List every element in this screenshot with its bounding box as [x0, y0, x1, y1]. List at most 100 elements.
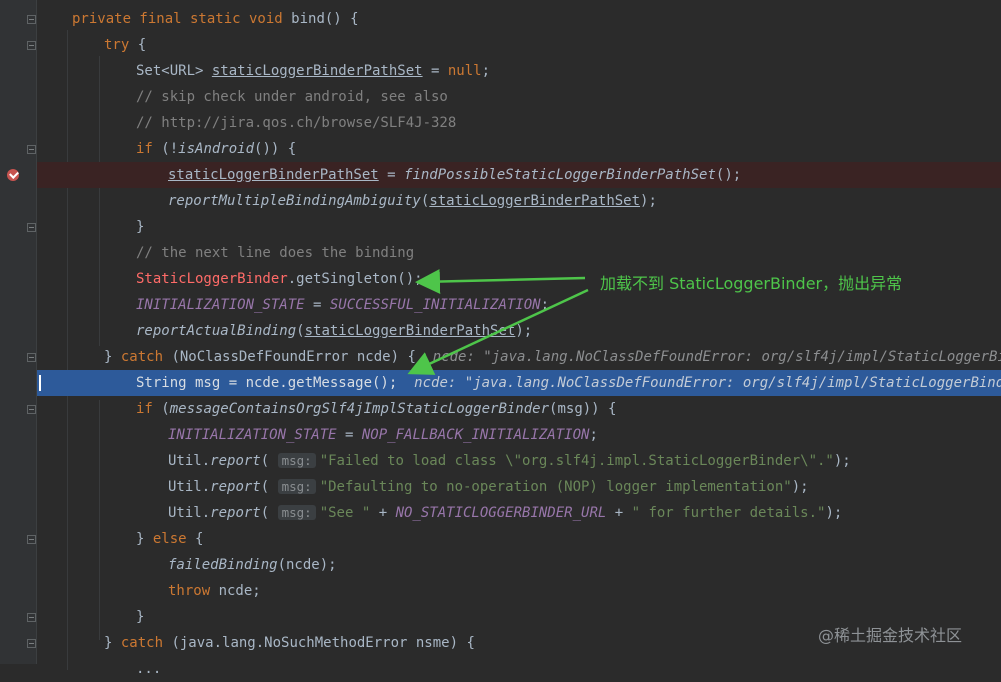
code-token: null	[447, 63, 482, 79]
fold-marker-icon[interactable]	[27, 535, 36, 544]
code-token: report	[210, 453, 261, 469]
code-text: Util.report( msg: "Defaulting to no-opera…	[168, 474, 809, 500]
code-token: ;	[540, 297, 550, 313]
code-token: +	[606, 505, 632, 521]
code-token: {	[137, 37, 147, 53]
code-text: Util.report( msg: "See " + NO_STATICLOGGE…	[168, 500, 842, 526]
code-token: (	[260, 479, 278, 495]
code-token: .getSingleton();	[287, 271, 423, 287]
fold-marker-icon[interactable]	[27, 405, 36, 414]
code-line[interactable]: failedBinding(ncde);	[37, 552, 1001, 578]
code-token: }	[104, 349, 121, 365]
fold-marker-icon[interactable]	[27, 353, 36, 362]
code-token: catch	[120, 635, 172, 651]
code-text: if (!isAndroid()) {	[136, 136, 296, 162]
code-text: throw ncde;	[168, 578, 261, 604]
code-token: }	[136, 219, 145, 235]
code-token: // the next line does the binding	[136, 245, 415, 261]
code-line[interactable]: try {	[37, 32, 1001, 58]
code-text: INITIALIZATION_STATE = SUCCESSFUL_INITIA…	[136, 292, 549, 318]
code-text: if (messageContainsOrgSlf4jImplStaticLog…	[136, 396, 616, 422]
code-line[interactable]: INITIALIZATION_STATE = NOP_FALLBACK_INIT…	[37, 422, 1001, 448]
code-token: =	[304, 297, 330, 313]
text-caret	[39, 375, 41, 391]
code-token: Util.	[168, 479, 211, 495]
code-line[interactable]: throw ncde;	[37, 578, 1001, 604]
code-token: =	[336, 427, 362, 443]
code-text: reportActualBinding(staticLoggerBinderPa…	[136, 318, 532, 344]
watermark: @稀土掘金技术社区	[818, 626, 963, 645]
fold-marker-icon[interactable]	[27, 145, 36, 154]
code-line[interactable]: ...	[37, 656, 1001, 682]
code-token: );	[833, 453, 851, 469]
fold-marker-icon[interactable]	[27, 613, 36, 622]
code-text: String msg = ncde.getMessage(); ncde: "j…	[136, 370, 1001, 396]
code-token: );	[825, 505, 843, 521]
code-editor[interactable]: private final static void bind() {try {S…	[37, 0, 1001, 677]
code-line[interactable]: } catch (NoClassDefFoundError ncde) { nc…	[37, 344, 1001, 370]
code-text: } else {	[136, 526, 203, 552]
code-token: (NoClassDefFoundError ncde) {	[171, 349, 433, 365]
code-token: ...	[136, 661, 162, 677]
parameter-hint: msg:	[277, 479, 316, 494]
code-token: staticLoggerBinderPathSet	[211, 63, 423, 79]
code-token: (	[260, 453, 278, 469]
code-token: try	[104, 37, 138, 53]
fold-marker-icon[interactable]	[27, 15, 36, 24]
code-token: private final static void	[72, 11, 292, 27]
code-line[interactable]: Util.report( msg: "Defaulting to no-opera…	[37, 474, 1001, 500]
code-token: "Defaulting to no-operation (NOP) logger…	[319, 479, 792, 495]
code-line[interactable]: INITIALIZATION_STATE = SUCCESSFUL_INITIA…	[37, 292, 1001, 318]
code-line[interactable]: Util.report( msg: "See " + NO_STATICLOGGE…	[37, 500, 1001, 526]
code-token: if	[136, 401, 162, 417]
code-token: Util.	[168, 505, 211, 521]
code-line[interactable]: private final static void bind() {	[37, 6, 1001, 32]
code-line[interactable]: // http://jira.qos.ch/browse/SLF4J-328	[37, 110, 1001, 136]
code-line[interactable]: Set<URL> staticLoggerBinderPathSet = nul…	[37, 58, 1001, 84]
code-token: staticLoggerBinderPathSet	[429, 193, 641, 209]
current-execution-line[interactable]: String msg = ncde.getMessage(); ncde: "j…	[37, 370, 1001, 396]
code-token: INITIALIZATION_STATE	[168, 427, 337, 443]
breakpoint-line[interactable]: staticLoggerBinderPathSet = findPossible…	[37, 162, 1001, 188]
code-text: Util.report( msg: "Failed to load class \…	[168, 448, 851, 474]
code-token: Util.	[168, 453, 211, 469]
code-token: NO_STATICLOGGERBINDER_URL	[395, 505, 607, 521]
code-token: staticLoggerBinderPathSet	[304, 323, 516, 339]
code-token: NOP_FALLBACK_INITIALIZATION	[361, 427, 590, 443]
code-line[interactable]: reportActualBinding(staticLoggerBinderPa…	[37, 318, 1001, 344]
code-token: (msg)) {	[549, 401, 617, 417]
annotation-label: 加载不到 StaticLoggerBinder，抛出异常	[600, 274, 903, 293]
code-line[interactable]: if (messageContainsOrgSlf4jImplStaticLog…	[37, 396, 1001, 422]
code-token: );	[515, 323, 533, 339]
code-text: }	[136, 604, 144, 630]
code-line[interactable]: } else {	[37, 526, 1001, 552]
code-text: // http://jira.qos.ch/browse/SLF4J-328	[136, 110, 456, 136]
editor-gutter[interactable]	[0, 0, 37, 664]
code-line[interactable]: reportMultipleBindingAmbiguity(staticLog…	[37, 188, 1001, 214]
code-text: // skip check under android, see also	[136, 84, 448, 110]
code-line[interactable]: // skip check under android, see also	[37, 84, 1001, 110]
code-token: // http://jira.qos.ch/browse/SLF4J-328	[136, 115, 457, 131]
code-text: StaticLoggerBinder.getSingleton();	[136, 266, 423, 292]
code-token: if	[136, 141, 162, 157]
code-token: "See "	[319, 505, 371, 521]
code-text: ...	[136, 656, 161, 682]
code-line[interactable]: // the next line does the binding	[37, 240, 1001, 266]
code-token: (!	[161, 141, 179, 157]
code-token: " for further details."	[631, 505, 826, 521]
code-token: INITIALIZATION_STATE	[136, 297, 305, 313]
code-token: ncde;	[218, 583, 261, 599]
code-line[interactable]: Util.report( msg: "Failed to load class \…	[37, 448, 1001, 474]
code-token: isAndroid	[178, 141, 255, 157]
breakpoint-icon[interactable]	[7, 169, 19, 181]
code-text: reportMultipleBindingAmbiguity(staticLog…	[168, 188, 657, 214]
fold-marker-icon[interactable]	[27, 223, 36, 232]
fold-marker-icon[interactable]	[27, 639, 36, 648]
code-line[interactable]: }	[37, 214, 1001, 240]
code-token: catch	[120, 349, 172, 365]
code-token: =	[378, 167, 405, 183]
code-line[interactable]: if (!isAndroid()) {	[37, 136, 1001, 162]
code-token: );	[791, 479, 809, 495]
fold-marker-icon[interactable]	[27, 41, 36, 50]
code-token: bind() {	[291, 11, 359, 27]
